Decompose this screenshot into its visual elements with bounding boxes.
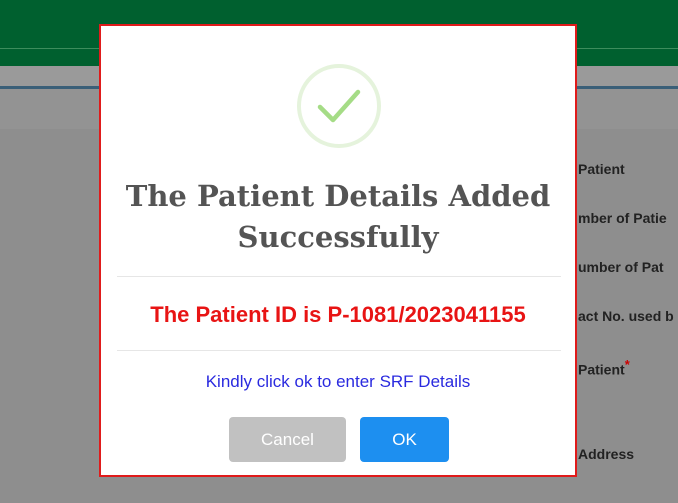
dialog-title-line-1: The Patient Details Added [125,179,551,213]
dialog-title: The Patient Details Added Successfully [101,176,575,258]
ok-button[interactable]: OK [360,417,449,462]
instruction-text: Kindly click ok to enter SRF Details [205,372,471,391]
dialog-divider-top [117,276,561,277]
dialog-divider-bottom [117,350,561,351]
patient-id-message: The Patient ID is P-1081/2023041155 [150,302,526,327]
form-label-patient-required: Patient* [578,357,630,378]
cancel-button[interactable]: Cancel [229,417,346,462]
form-label-patient: Patient [578,161,625,177]
success-dialog: The Patient Details Added Successfully T… [99,24,577,477]
form-label-patient-required-text: Patient [578,361,625,378]
form-label-address: Address [578,446,635,462]
check-icon [317,89,361,123]
success-icon-circle [297,64,381,148]
required-marker: * [624,357,630,372]
form-label-number-of-patients: mber of Patie [578,210,667,226]
form-label-contact-number: act No. used b [578,308,674,324]
form-label-number-of-patients-2: umber of Pat [578,259,664,275]
dialog-title-line-2: Successfully [237,220,439,254]
